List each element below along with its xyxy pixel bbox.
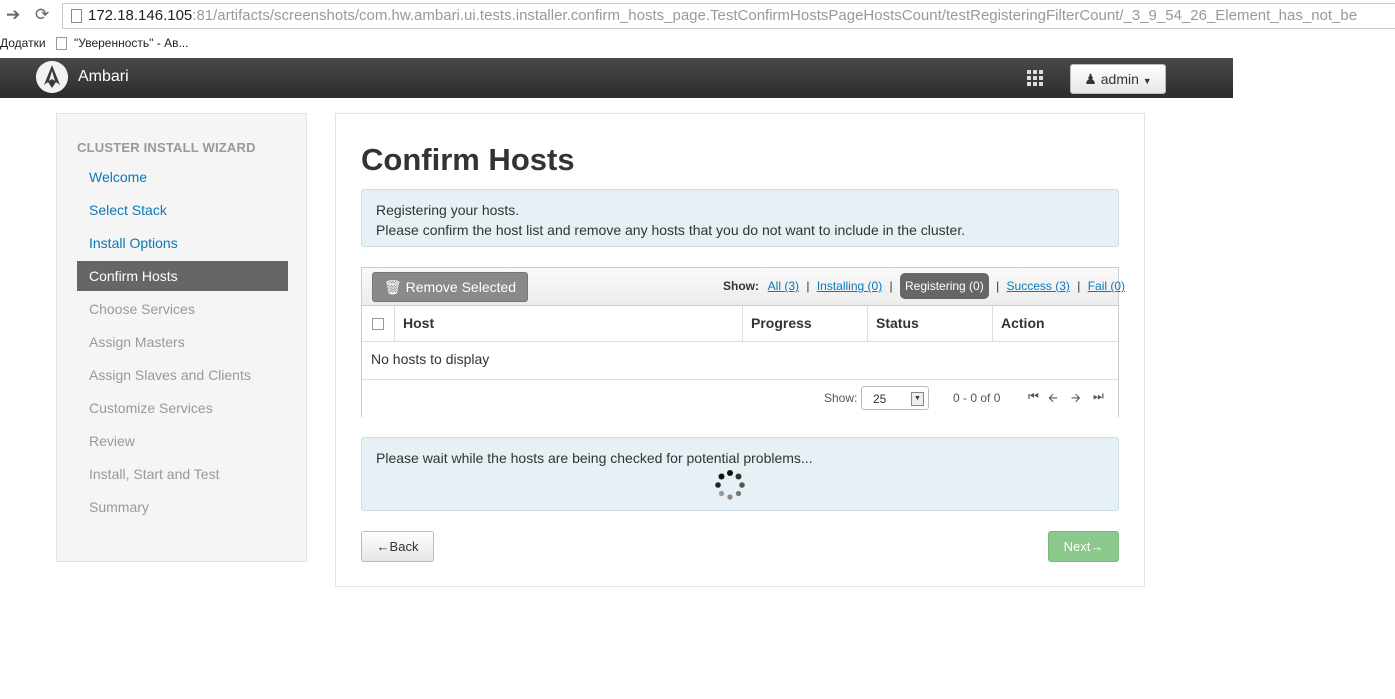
filter-success[interactable]: Success (3) bbox=[1007, 279, 1070, 293]
browser-address-bar: ➔ ⟳ 172.18.146.105:81/artifacts/screensh… bbox=[0, 0, 1395, 32]
filter-fail[interactable]: Fail (0) bbox=[1088, 279, 1125, 293]
sidebar-item-customize-services: Customize Services bbox=[89, 400, 213, 416]
user-menu-label: admin bbox=[1100, 71, 1139, 87]
url-path: :81/artifacts/screenshots/com.hw.ambari.… bbox=[192, 7, 1358, 24]
sidebar-item-summary: Summary bbox=[89, 499, 149, 515]
info-line-2: Please confirm the host list and remove … bbox=[376, 222, 966, 238]
wizard-title: CLUSTER INSTALL WIZARD bbox=[77, 140, 256, 155]
sidebar-item-confirm-hosts[interactable]: Confirm Hosts bbox=[77, 261, 288, 291]
table-header: Host Progress Status Action bbox=[362, 305, 1118, 342]
sidebar-item-install-start-and-test: Install, Start and Test bbox=[89, 466, 220, 482]
back-button[interactable]: ←Back bbox=[361, 531, 434, 562]
ambari-logo-icon[interactable] bbox=[36, 61, 68, 93]
next-page-icon[interactable]: 🡪 bbox=[1071, 389, 1081, 410]
url-input[interactable]: 172.18.146.105:81/artifacts/screenshots/… bbox=[62, 3, 1395, 29]
caret-down-icon: ▼ bbox=[1142, 76, 1152, 86]
prev-page-icon[interactable]: 🡨 bbox=[1048, 389, 1058, 410]
forward-icon[interactable]: ➔ bbox=[6, 5, 20, 25]
filter-separator: | bbox=[1077, 279, 1081, 293]
main-panel: Confirm Hosts Registering your hosts. Pl… bbox=[335, 113, 1145, 587]
select-all-checkbox[interactable] bbox=[372, 318, 384, 330]
dropdown-arrow-icon: ▼ bbox=[911, 392, 924, 406]
url-host: 172.18.146.105 bbox=[88, 7, 193, 24]
sidebar-item-assign-masters: Assign Masters bbox=[89, 334, 185, 350]
trash-icon: 🗑 bbox=[383, 279, 402, 295]
empty-table-message: No hosts to display bbox=[371, 351, 490, 367]
first-page-icon[interactable]: ⏮ bbox=[1028, 389, 1039, 404]
filter-show-label: Show: bbox=[723, 279, 759, 293]
loading-spinner-icon bbox=[715, 470, 745, 500]
sidebar-item-install-options[interactable]: Install Options bbox=[77, 228, 288, 258]
user-icon: ♟ bbox=[1084, 71, 1097, 87]
column-progress[interactable]: Progress bbox=[742, 305, 868, 341]
wizard-sidebar: CLUSTER INSTALL WIZARD Welcome Select Sta… bbox=[56, 113, 307, 562]
sidebar-item-select-stack[interactable]: Select Stack bbox=[77, 195, 288, 225]
filter-all[interactable]: All (3) bbox=[768, 279, 799, 293]
top-navbar: Ambari ♟ admin ▼ bbox=[0, 58, 1233, 98]
host-check-alert: Please wait while the hosts are being ch… bbox=[361, 437, 1119, 511]
next-button[interactable]: Next→ bbox=[1048, 531, 1119, 562]
bookmarks-bar: Додатки "Уверенность" - Ав... bbox=[0, 31, 1395, 57]
page-size-label: Show: bbox=[824, 391, 858, 405]
sidebar-item-choose-services: Choose Services bbox=[89, 301, 195, 317]
filter-separator: | bbox=[996, 279, 1000, 293]
brand-name[interactable]: Ambari bbox=[78, 68, 129, 86]
user-menu-button[interactable]: ♟ admin ▼ bbox=[1070, 64, 1166, 94]
filter-separator: | bbox=[806, 279, 810, 293]
last-page-icon[interactable]: ⏭ bbox=[1093, 389, 1104, 404]
table-pager: Show: 25 ▼ 0 - 0 of 0 ⏮ 🡨 🡪 ⏭ bbox=[362, 379, 1118, 417]
hosts-toolbar: 🗑 Remove Selected Show: All (3) | Instal… bbox=[362, 268, 1125, 306]
reload-icon[interactable]: ⟳ bbox=[35, 5, 49, 25]
page-icon bbox=[71, 9, 82, 23]
sidebar-item-review: Review bbox=[89, 433, 135, 449]
info-line-1: Registering your hosts. bbox=[376, 202, 520, 218]
bookmark-item[interactable]: "Уверенность" - Ав... bbox=[74, 36, 188, 50]
filter-separator: | bbox=[889, 279, 893, 293]
remove-selected-label: Remove Selected bbox=[405, 279, 517, 295]
page-count: 0 - 0 of 0 bbox=[953, 391, 1001, 405]
sidebar-item-welcome[interactable]: Welcome bbox=[77, 162, 288, 192]
bookmark-apps[interactable]: Додатки bbox=[0, 36, 46, 50]
column-status[interactable]: Status bbox=[867, 305, 993, 341]
registering-info-alert: Registering your hosts. Please confirm t… bbox=[361, 189, 1119, 247]
host-status-filters: Show: All (3) | Installing (0) | Registe… bbox=[723, 273, 1125, 299]
page-size-value: 25 bbox=[873, 392, 887, 406]
host-check-message: Please wait while the hosts are being ch… bbox=[376, 450, 813, 466]
bookmark-page-icon bbox=[56, 37, 67, 50]
page-title: Confirm Hosts bbox=[361, 142, 575, 177]
column-host[interactable]: Host bbox=[394, 305, 743, 341]
page-size-select[interactable]: 25 ▼ bbox=[861, 386, 929, 410]
column-action: Action bbox=[992, 305, 1118, 341]
sidebar-item-assign-slaves-and-clients: Assign Slaves and Clients bbox=[89, 367, 251, 383]
hosts-table-box: 🗑 Remove Selected Show: All (3) | Instal… bbox=[361, 267, 1125, 417]
remove-selected-button[interactable]: 🗑 Remove Selected bbox=[372, 272, 528, 302]
views-grid-icon[interactable] bbox=[1027, 70, 1045, 86]
filter-registering[interactable]: Registering (0) bbox=[900, 273, 989, 299]
filter-installing[interactable]: Installing (0) bbox=[817, 279, 882, 293]
